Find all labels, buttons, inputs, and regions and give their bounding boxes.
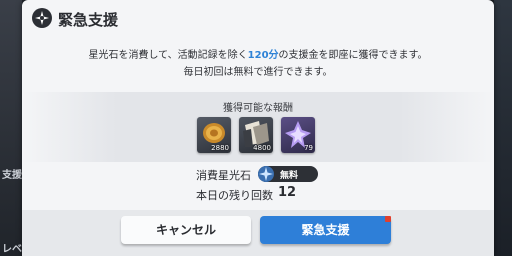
background-side-panel-right	[494, 0, 512, 256]
cost-value: 無料	[280, 171, 299, 181]
background-text-fragment: 支援	[2, 170, 22, 181]
reward-quantity: 2880	[211, 144, 229, 152]
dialog-footer	[22, 210, 494, 256]
description-text: 星光石を消費して、活動記録を除く	[88, 50, 248, 61]
dialog-header: 緊急支援	[22, 0, 494, 36]
emergency-support-button[interactable]: 緊急支援	[260, 216, 391, 244]
description-line-2: 毎日初回は無料で進行できます。	[183, 67, 333, 78]
description-text: の支援金を即座に獲得できます。	[278, 50, 428, 61]
reward-quantity: 4800	[253, 144, 271, 152]
emergency-support-dialog: 緊急支援 星光石を消費して、活動記録を除く120分の支援金を即座に獲得できます。…	[22, 0, 494, 256]
reward-item-data-shard[interactable]: 4800	[239, 117, 273, 153]
reward-quantity: 79	[304, 144, 313, 152]
background-side-panel: 支援 レベ	[0, 0, 22, 256]
remaining-count-label: 本日の残り回数	[196, 189, 273, 202]
star-compass-icon	[32, 8, 52, 28]
cost-label: 消費星光石	[196, 169, 251, 182]
starlight-stone-icon	[258, 166, 274, 182]
notification-badge	[385, 216, 391, 222]
remaining-count-value: 12	[278, 185, 297, 200]
dialog-title: 緊急支援	[58, 11, 119, 29]
reward-item-purple-crystal[interactable]: 79	[281, 117, 315, 153]
description-line-1: 星光石を消費して、活動記録を除く120分の支援金を即座に獲得できます。	[22, 46, 494, 61]
reward-item-gold-coin[interactable]: 2880	[197, 117, 231, 153]
cancel-button[interactable]: キャンセル	[121, 216, 251, 244]
duration-highlight: 120分	[247, 50, 279, 61]
cost-pill: 無料	[258, 166, 318, 182]
background-text-fragment: レベ	[2, 244, 22, 255]
cost-row: 消費星光石 無料	[22, 165, 494, 183]
rewards-title: 獲得可能な報酬	[223, 103, 293, 114]
